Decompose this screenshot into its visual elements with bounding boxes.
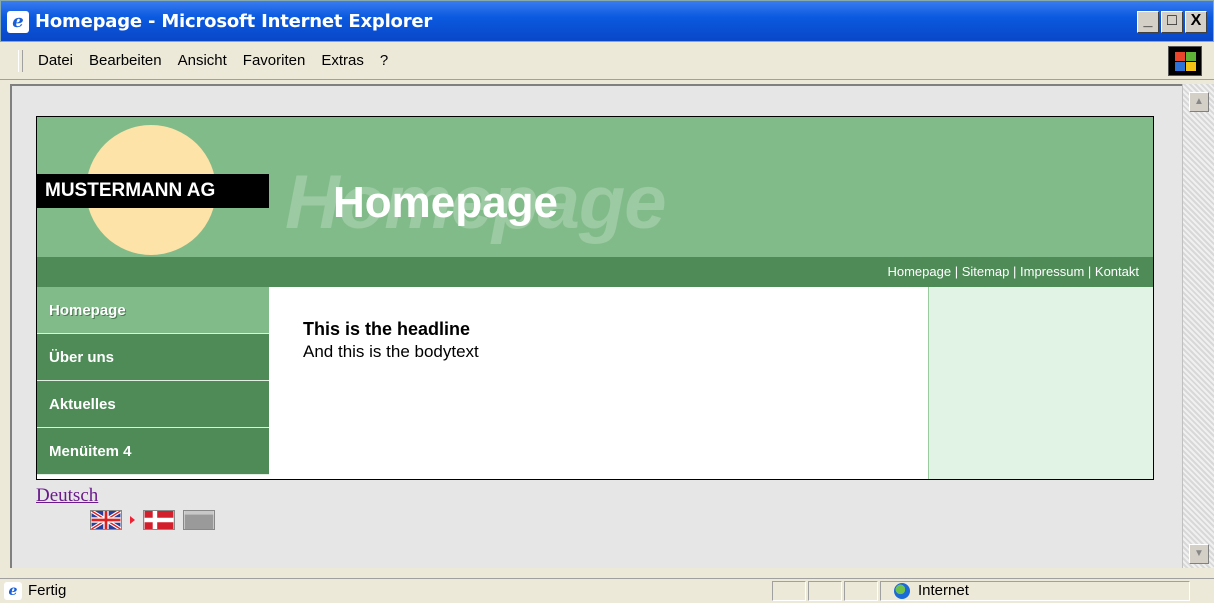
current-language-arrow-icon [130,516,135,524]
window-title: Homepage - Microsoft Internet Explorer [35,11,433,32]
sidenav-item-aktuelles[interactable]: Aktuelles [37,381,269,428]
menu-help[interactable]: ? [380,52,388,69]
topnav-separator: | [951,264,962,279]
flag-blank-icon[interactable] [183,510,215,530]
menu-extras[interactable]: Extras [321,52,364,69]
side-navigation: Homepage Über uns Aktuelles Menüitem 4 [37,287,269,479]
language-flags [90,510,215,530]
window-titlebar[interactable]: e Homepage - Microsoft Internet Explorer… [0,0,1214,42]
maximize-button[interactable]: □ [1161,11,1183,33]
close-button[interactable]: X [1185,11,1207,33]
content-bodytext: And this is the bodytext [303,342,479,361]
right-column [928,287,1153,479]
windows-logo-icon [1168,46,1202,76]
language-link[interactable]: Deutsch [36,485,98,507]
status-text: Fertig [28,582,67,599]
flag-uk-icon[interactable] [90,510,122,530]
hero-title: Homepage [333,178,558,227]
website: MUSTERMANN AG Homepage Homepage Homepage… [36,116,1154,480]
menu-bearbeiten[interactable]: Bearbeiten [89,52,162,69]
sidenav-item-ueber-uns[interactable]: Über uns [37,334,269,381]
internet-explorer-icon: e [7,11,29,33]
menu-favoriten[interactable]: Favoriten [243,52,306,69]
topnav-homepage[interactable]: Homepage [887,264,951,279]
topnav-kontakt[interactable]: Kontakt [1095,264,1139,279]
status-cell [808,581,842,601]
page-status-icon: e [4,582,22,600]
topnav-separator: | [1084,264,1095,279]
status-bar: e Fertig Internet [0,578,1214,603]
toolbar-grip[interactable] [18,50,23,72]
topnav-impressum[interactable]: Impressum [1020,264,1084,279]
menu-datei[interactable]: Datei [38,52,73,69]
top-navigation: Homepage | Sitemap | Impressum | Kontakt [37,257,1153,287]
menu-items: Datei Bearbeiten Ansicht Favoriten Extra… [38,52,388,69]
scroll-down-icon[interactable]: ▼ [1189,544,1209,564]
status-cell [772,581,806,601]
topnav-sitemap[interactable]: Sitemap [962,264,1010,279]
main-content: This is the headline And this is the bod… [303,319,479,362]
menu-bar: Datei Bearbeiten Ansicht Favoriten Extra… [0,42,1214,80]
minimize-button[interactable]: _ [1137,11,1159,33]
zone-text: Internet [918,582,969,599]
status-cell [844,581,878,601]
site-header: MUSTERMANN AG Homepage Homepage [37,117,1153,257]
flag-denmark-icon[interactable] [143,510,175,530]
scroll-up-icon[interactable]: ▲ [1189,92,1209,112]
vertical-scrollbar[interactable]: ▲ ▼ [1182,84,1214,568]
company-logo[interactable]: MUSTERMANN AG [37,174,269,208]
content-headline: This is the headline [303,319,471,339]
globe-icon [894,583,910,599]
menu-ansicht[interactable]: Ansicht [178,52,227,69]
window-controls: _ □ X [1137,11,1207,33]
sidenav-item-homepage[interactable]: Homepage [37,287,269,334]
topnav-separator: | [1009,264,1020,279]
sidenav-item-menuitem-4[interactable]: Menüitem 4 [37,428,269,475]
